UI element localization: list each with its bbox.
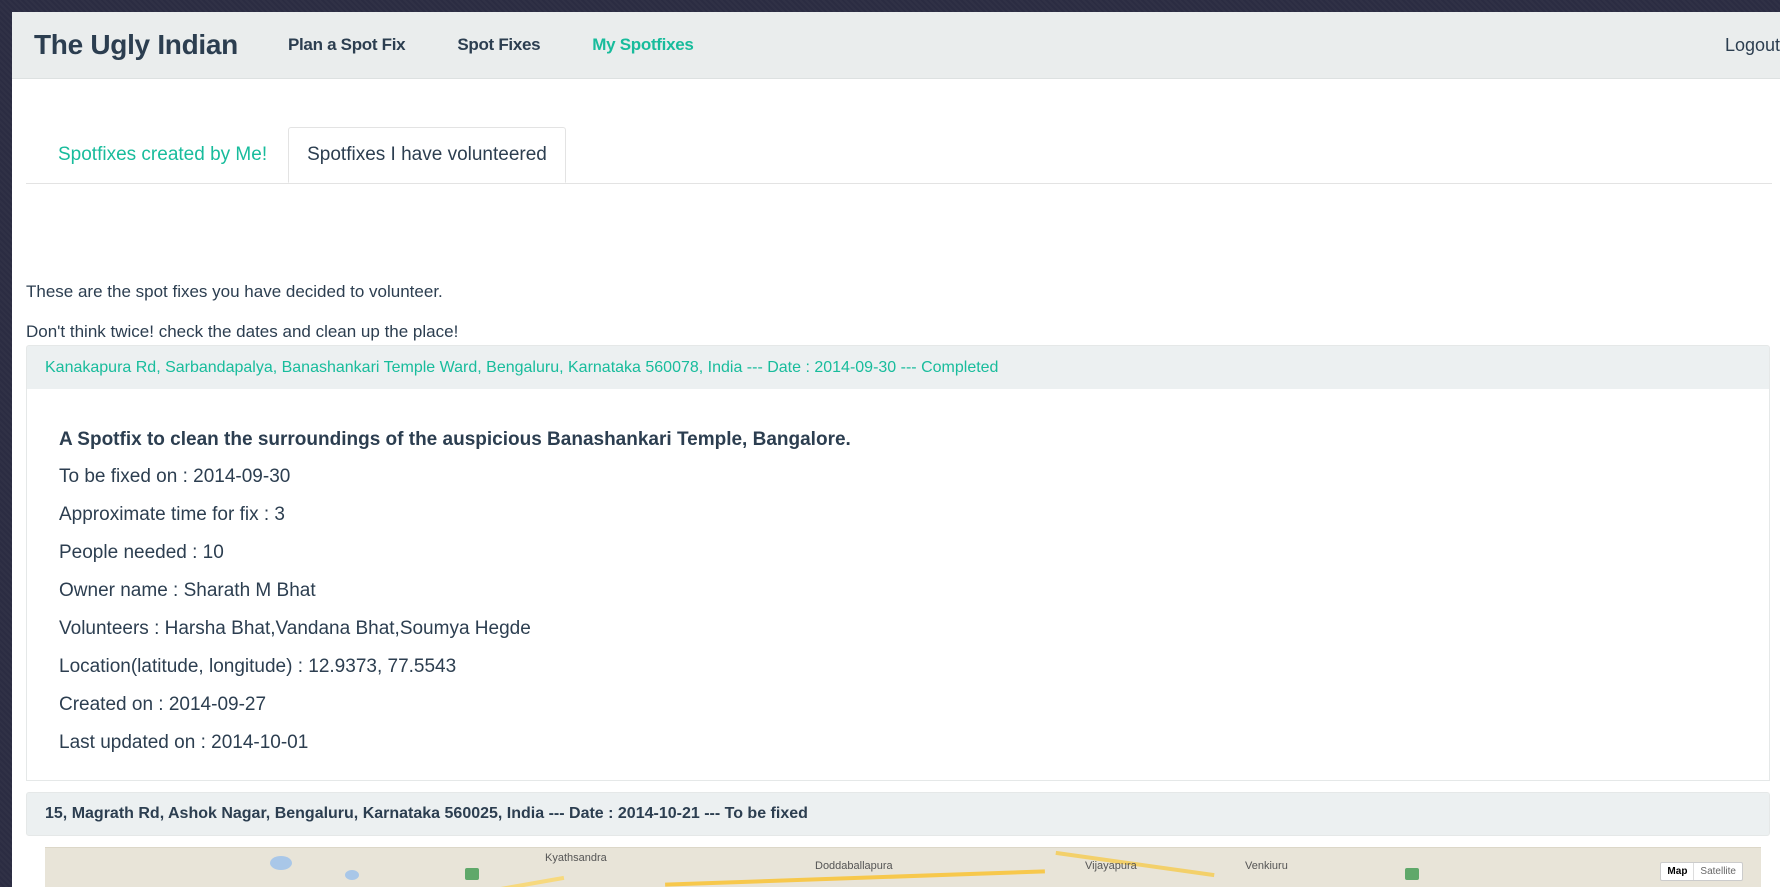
app-frame: The Ugly Indian Plan a Spot Fix Spot Fix… <box>12 12 1780 887</box>
nav-spot-fixes[interactable]: Spot Fixes <box>457 35 540 55</box>
spotfix-title: A Spotfix to clean the surroundings of t… <box>59 429 851 450</box>
map-highway-shield <box>465 868 479 880</box>
map-highway-shield <box>1405 868 1419 880</box>
map-toggle-map[interactable]: Map <box>1661 863 1693 880</box>
map-type-toggle: Map Satellite <box>1660 862 1743 881</box>
volunteers: Volunteers : Harsha Bhat,Vandana Bhat,So… <box>59 618 531 639</box>
spotfix-heading-2[interactable]: 15, Magrath Rd, Ashok Nagar, Bengaluru, … <box>26 792 1770 836</box>
brand-logo[interactable]: The Ugly Indian <box>34 29 238 61</box>
spotfix-heading-1[interactable]: Kanakapura Rd, Sarbandapalya, Banashanka… <box>26 345 1770 389</box>
map-view[interactable]: Kyathsandra Doddaballapura Vijayapura Ve… <box>45 847 1761 887</box>
spotfix-details-1: A Spotfix to clean the surroundings of t… <box>26 389 1770 781</box>
map-label: Doddaballapura <box>815 860 893 872</box>
map-water <box>270 856 292 870</box>
map-water <box>345 870 359 880</box>
nav-plan-spot-fix[interactable]: Plan a Spot Fix <box>288 35 406 55</box>
tab-volunteered[interactable]: Spotfixes I have volunteered <box>288 127 566 183</box>
approx-time: Approximate time for fix : 3 <box>59 504 285 525</box>
map-label: Kyathsandra <box>545 852 607 864</box>
intro-line-2: Don't think twice! check the dates and c… <box>26 322 459 341</box>
nav-links: Plan a Spot Fix Spot Fixes My Spotfixes <box>288 35 746 55</box>
tab-bar: Spotfixes created by Me! Spotfixes I hav… <box>26 127 1772 184</box>
intro-line-1: These are the spot fixes you have decide… <box>26 282 443 301</box>
created-on: Created on : 2014-09-27 <box>59 694 267 715</box>
to-be-fixed-on: To be fixed on : 2014-09-30 <box>59 466 291 487</box>
people-needed: People needed : 10 <box>59 542 224 563</box>
logout-link[interactable]: Logout <box>1725 35 1780 56</box>
map-label: Venkiuru <box>1245 860 1288 872</box>
navbar: The Ugly Indian Plan a Spot Fix Spot Fix… <box>12 12 1780 79</box>
map-road <box>425 875 565 887</box>
owner-name: Owner name : Sharath M Bhat <box>59 580 316 601</box>
map-toggle-satellite[interactable]: Satellite <box>1693 863 1742 880</box>
tab-created-by-me[interactable]: Spotfixes created by Me! <box>26 127 288 183</box>
nav-my-spotfixes[interactable]: My Spotfixes <box>592 35 694 55</box>
map-label: Vijayapura <box>1085 860 1137 872</box>
last-updated-on: Last updated on : 2014-10-01 <box>59 732 309 753</box>
location: Location(latitude, longitude) : 12.9373,… <box>59 656 457 677</box>
